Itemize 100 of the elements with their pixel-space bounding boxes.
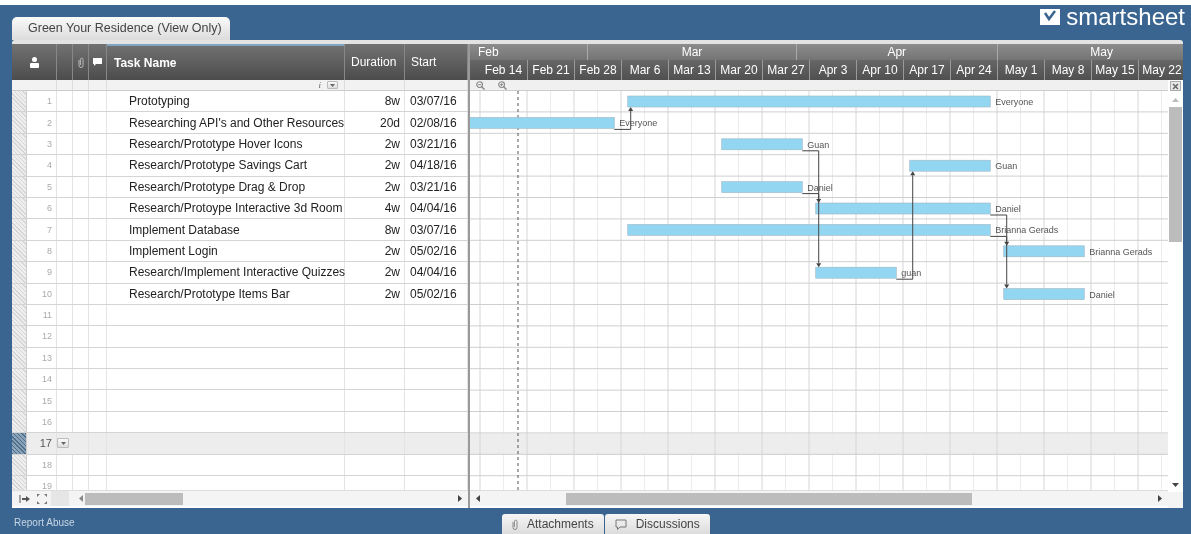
row-number: 18 [42,459,52,470]
scroll-right-arrow[interactable] [458,495,462,502]
task-name-cell-text: Research/Prototype Savings Cart [128,158,308,173]
row-handle[interactable] [12,347,27,369]
scrollbar-thumb[interactable] [85,492,183,505]
task-name-cell-text: Research/Prototype Drag & Drop [128,179,306,194]
row-menu-button[interactable] [57,438,69,449]
row-number: 11 [42,310,52,321]
person-icon [29,56,39,68]
zoom-out-icon[interactable] [476,80,485,90]
panel-tab[interactable]: Discussions [604,514,710,534]
scrollbar[interactable] [470,490,1168,506]
duration-cell: 8w [384,94,400,109]
assignee-label: Daniel [1089,289,1115,300]
assignee-label: Brianna Gerads [1089,246,1153,257]
zoom-in-icon[interactable] [498,80,507,90]
gantt-bar[interactable] [1003,288,1085,300]
task-name-cell-text: Research/Protoype Interactive 3d Room [128,201,343,216]
sheet-tab[interactable]: Green Your Residence (View Only) [12,17,230,40]
gantt-bar[interactable] [721,181,803,193]
grid-row[interactable]: 17 [12,433,468,455]
attachment-icon [77,56,84,68]
row-handle[interactable] [12,240,27,262]
row-handle[interactable] [12,112,27,133]
gantt-bar[interactable] [627,95,991,108]
grid-row[interactable]: 1 Prototyping 8w 03/07/16 [12,91,468,113]
gantt-bar[interactable] [815,266,897,279]
scroll-up-arrow[interactable] [1172,98,1179,102]
grid-row[interactable]: 9 Research/Implement Interactive Quizzes 2w 04/04/16 [12,262,468,284]
duration-cell: 20d [379,115,400,130]
row-handle[interactable] [12,433,27,454]
duration-cell: 8w [384,222,400,237]
start-date-cell: 03/07/16 [410,94,457,109]
start-date-cell: 03/21/16 [410,179,457,194]
duration-cell: 2w [384,136,400,151]
row-handle[interactable] [12,219,27,240]
row-handle[interactable] [12,176,27,197]
grid-row[interactable]: 8 Implement Login 2w 05/02/16 [12,240,468,263]
grid-row[interactable]: 6 Research/Protoype Interactive 3d Room 4w 04/04/16 [12,197,468,220]
start-date-cell: 04/04/16 [410,201,457,216]
grid-row[interactable]: 4 Research/Prototype Savings Cart 2w 04/18/16 [12,155,468,177]
task-name-cell-text: Researching API's and Other Resources [128,115,345,130]
row-handle[interactable] [12,411,27,433]
task-name-cell-text: Implement Login [128,243,218,258]
scrollbar[interactable] [12,490,468,506]
grid-row[interactable]: 7 Implement Database 8w 03/07/16 [12,219,468,241]
info-glyph[interactable]: i [318,80,321,90]
row-handle[interactable] [12,91,27,112]
month-header: Feb [477,44,500,60]
gantt-bar[interactable] [1003,245,1085,258]
row-number: 9 [47,267,52,278]
grid-row[interactable]: 10 Research/Prototype Items Bar 2w 05/02/16 [12,283,468,305]
week-header: Feb 14 [483,62,524,79]
grid-row[interactable]: 3 Research/Prototype Hover Icons 2w 03/21/16 [12,133,468,156]
scroll-right-arrow[interactable] [1158,495,1162,502]
row-handle[interactable] [12,197,27,219]
caret-icon [330,83,335,87]
grid-row[interactable]: 2 Researching API's and Other Resources 20d 02/08/16 [12,112,468,134]
comment-icon [93,58,102,66]
scrollbar-thumb[interactable] [566,492,972,505]
row-number: 12 [42,331,52,342]
row-handle[interactable] [12,262,27,283]
row-number: 16 [42,417,52,428]
scroll-down-arrow[interactable] [1172,483,1179,487]
scroll-left-arrow[interactable] [476,495,480,502]
grid-row[interactable]: 5 Research/Prototype Drag & Drop 2w 03/21/16 [12,176,468,198]
row-handle[interactable] [12,133,27,155]
row-number: 1 [47,96,52,107]
gantt-bar[interactable] [470,117,615,129]
duration-cell: 2w [384,158,400,173]
duration-cell: 2w [384,286,400,301]
gantt-bar[interactable] [909,159,991,172]
row-handle[interactable] [12,326,27,347]
scrollbar-thumb[interactable] [1169,107,1182,242]
row-handle[interactable] [12,369,27,390]
gantt-bar[interactable] [815,202,991,215]
duration-cell: 2w [384,179,400,194]
row-number: 5 [47,181,52,192]
gantt-bar[interactable] [627,224,991,236]
task-name-cell-text: Research/Implement Interactive Quizzes [128,265,346,280]
scrollbar[interactable] [1168,80,1183,508]
row-handle[interactable] [12,283,27,304]
row-number: 8 [47,245,52,256]
logo-icon [1040,9,1061,25]
report-abuse-link[interactable]: Report Abuse [14,517,75,528]
row-number: 14 [42,374,52,385]
panel-tab[interactable]: Attachments [502,514,604,534]
expand-icon[interactable] [37,493,47,504]
task-name-cell-text: Research/Prototype Hover Icons [128,136,303,151]
close-button[interactable] [1170,81,1181,91]
indent-icon[interactable] [19,494,30,503]
row-handle[interactable] [12,454,27,476]
task-name-cell-text: Implement Database [128,222,240,237]
row-handle[interactable] [12,155,27,176]
row-handle[interactable] [12,390,27,411]
dropdown-button[interactable] [327,81,338,89]
gantt-bar[interactable] [721,138,803,151]
assignee-label: Guan [807,139,830,150]
assignee-label: Everyone [995,97,1034,107]
row-handle[interactable] [12,304,27,326]
